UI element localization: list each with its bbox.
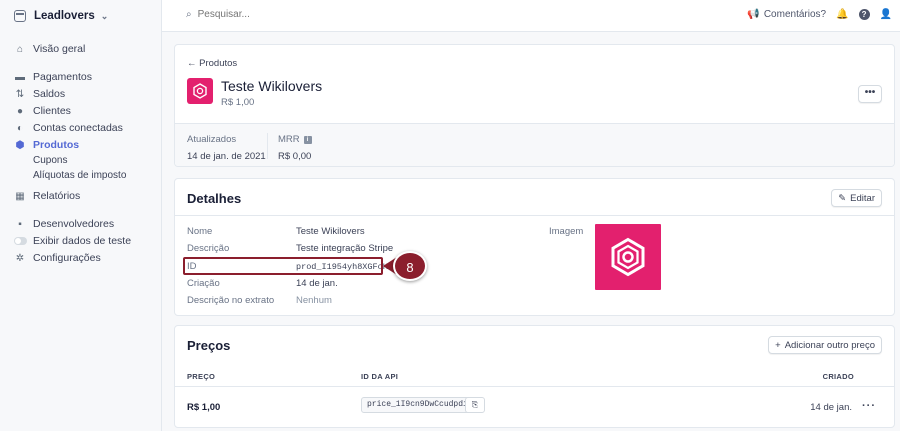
account-name: Leadlovers xyxy=(34,10,95,22)
search-icon: ⌕ xyxy=(186,9,192,20)
feedback-button[interactable]: 📢 Comentários? xyxy=(747,9,826,20)
product-name: Teste Wikilovers xyxy=(221,78,323,94)
field-label-created: Criação xyxy=(187,278,220,289)
sidebar-item-products[interactable]: ⬢ Produtos xyxy=(14,138,79,152)
stat-label: Atualizados xyxy=(187,134,237,145)
help-icon[interactable]: ? xyxy=(858,9,870,20)
sidebar-subitem-coupons[interactable]: Cupons xyxy=(33,155,67,166)
sidebar-subitem-tax-rates[interactable]: Alíquotas de imposto xyxy=(33,170,126,181)
column-header-api-id: ID DA API xyxy=(361,372,399,381)
sidebar-item-label: Visão geral xyxy=(33,43,86,55)
divider xyxy=(175,386,894,387)
copy-icon[interactable]: ⎘ xyxy=(465,397,485,413)
product-price: R$ 1,00 xyxy=(221,97,255,108)
sidebar-item-reports[interactable]: ▦ Relatórios xyxy=(14,189,80,203)
sidebar-item-label: Pagamentos xyxy=(33,71,92,83)
stat-label-row: MRR i xyxy=(278,134,312,145)
customers-icon: ● xyxy=(16,105,24,117)
topbar-actions: 📢 Comentários? 🔔 ? 👤 xyxy=(747,9,892,20)
field-value-description: Teste integração Stripe xyxy=(296,243,394,254)
products-icon: ⬢ xyxy=(15,139,25,151)
product-header-card: ← Produtos Teste Wikilovers R$ 1,00 ••• … xyxy=(174,44,895,167)
created-cell: 14 de jan. xyxy=(810,402,852,413)
field-value-statement-descriptor: Nenhum xyxy=(296,295,332,306)
topbar: ⌕ 📢 Comentários? 🔔 ? 👤 xyxy=(162,0,900,32)
home-icon: ⌂ xyxy=(16,43,24,55)
toggle-icon[interactable] xyxy=(14,237,27,245)
reports-icon: ▦ xyxy=(15,190,25,202)
sidebar: Leadlovers ⌄ ⌂ Visão geral ▬ Pagamentos … xyxy=(0,0,162,431)
sidebar-item-settings[interactable]: ✲ Configurações xyxy=(14,251,101,265)
sidebar-item-connected-accounts[interactable]: ◐ Contas conectadas xyxy=(14,121,123,135)
prices-card: Preços + Adicionar outro preço PREÇO ID … xyxy=(174,325,895,428)
more-actions-button[interactable]: ••• xyxy=(858,85,882,103)
account-switcher[interactable]: Leadlovers ⌄ xyxy=(0,0,161,32)
connected-icon: ◐ xyxy=(16,122,24,134)
edit-button[interactable]: ✎ Editar xyxy=(831,189,882,207)
product-image[interactable] xyxy=(595,224,661,290)
field-label-description: Descrição xyxy=(187,243,230,254)
sidebar-item-label: Desenvolvedores xyxy=(33,218,115,230)
column-header-price: PREÇO xyxy=(187,372,216,381)
sidebar-item-label: Exibir dados de teste xyxy=(33,235,132,247)
info-icon[interactable]: i xyxy=(303,135,312,144)
row-more-icon[interactable]: ··· xyxy=(862,400,876,412)
add-price-label: Adicionar outro preço xyxy=(784,339,875,351)
search-bar[interactable]: ⌕ xyxy=(186,9,318,20)
details-title: Detalhes xyxy=(187,191,242,206)
sidebar-item-label: Contas conectadas xyxy=(33,122,123,134)
divider xyxy=(175,215,894,216)
chevron-down-icon: ⌄ xyxy=(100,10,109,21)
sidebar-item-label: Relatórios xyxy=(33,190,81,202)
account-icon xyxy=(14,10,26,22)
field-label-name: Nome xyxy=(187,226,213,237)
feedback-label: Comentários? xyxy=(763,9,827,20)
callout-badge: 8 xyxy=(393,251,427,281)
stat-updated: Atualizados 14 de jan. de 2021 xyxy=(187,134,266,162)
plus-icon: + xyxy=(775,339,781,351)
column-header-created: CRIADO xyxy=(822,372,854,381)
gear-icon: ✲ xyxy=(15,252,25,264)
sidebar-item-balances[interactable]: ⇅ Saldos xyxy=(14,87,65,101)
search-input[interactable] xyxy=(197,9,318,20)
add-price-button[interactable]: + Adicionar outro preço xyxy=(768,336,882,354)
stat-divider xyxy=(267,133,268,159)
balances-icon: ⇅ xyxy=(15,88,25,100)
edit-label: Editar xyxy=(850,192,875,204)
prices-title: Preços xyxy=(187,338,231,353)
pencil-icon: ✎ xyxy=(838,192,847,204)
megaphone-icon: 📢 xyxy=(747,9,760,20)
sidebar-item-label: Produtos xyxy=(33,139,80,151)
product-stats: Atualizados 14 de jan. de 2021 MRR i R$ … xyxy=(175,123,894,166)
developers-icon: ▪ xyxy=(18,218,22,230)
sidebar-item-test-data[interactable]: Exibir dados de teste xyxy=(14,234,131,248)
price-cell: R$ 1,00 xyxy=(187,402,221,413)
sidebar-item-overview[interactable]: ⌂ Visão geral xyxy=(14,42,85,56)
field-label-statement-descriptor: Descrição no extrato xyxy=(187,295,275,306)
api-id-cell[interactable]: price_1I9cn9DwCcudpdiP xyxy=(361,397,479,413)
bell-icon[interactable]: 🔔 xyxy=(836,9,848,20)
field-value-created: 14 de jan. xyxy=(296,278,338,289)
details-card: Detalhes ✎ Editar Nome Teste Wikilovers … xyxy=(174,178,895,316)
id-highlight-box xyxy=(183,257,383,275)
stat-value: R$ 0,00 xyxy=(278,151,312,162)
payments-icon: ▬ xyxy=(15,71,25,83)
product-logo-icon xyxy=(193,83,207,99)
stat-label: MRR xyxy=(278,134,300,145)
user-icon[interactable]: 👤 xyxy=(880,9,892,20)
back-to-products-link[interactable]: ← Produtos xyxy=(187,58,237,69)
stat-mrr: MRR i R$ 0,00 xyxy=(278,134,312,162)
stat-value: 14 de jan. de 2021 xyxy=(187,151,266,162)
sidebar-item-label: Clientes xyxy=(33,105,71,117)
sidebar-item-customers[interactable]: ● Clientes xyxy=(14,104,71,118)
field-value-name: Teste Wikilovers xyxy=(296,226,365,237)
product-thumbnail xyxy=(187,78,213,104)
sidebar-item-payments[interactable]: ▬ Pagamentos xyxy=(14,70,92,84)
sidebar-item-label: Configurações xyxy=(33,252,101,264)
sidebar-item-developers[interactable]: ▪ Desenvolvedores xyxy=(14,217,114,231)
product-logo-icon xyxy=(611,237,645,277)
image-label: Imagem xyxy=(549,226,584,237)
sidebar-item-label: Saldos xyxy=(33,88,66,100)
